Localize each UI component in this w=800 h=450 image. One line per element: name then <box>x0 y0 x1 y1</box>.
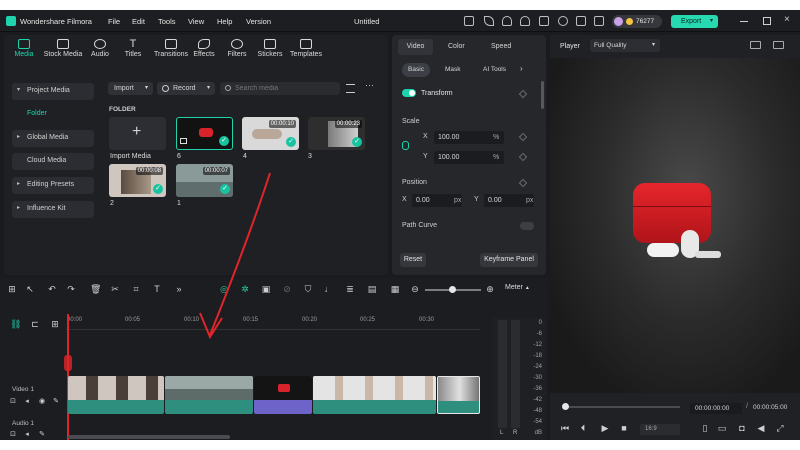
annotation-arrow-line <box>209 172 271 336</box>
filmora-window: Wondershare Filmora File Edit Tools View… <box>0 10 800 440</box>
annotation-arrow <box>199 172 271 340</box>
